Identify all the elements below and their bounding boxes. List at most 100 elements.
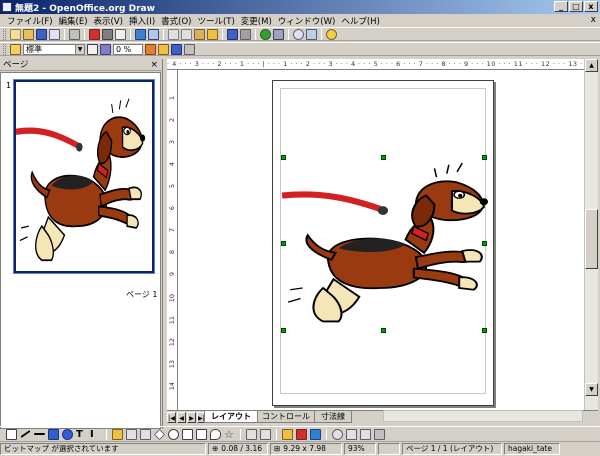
cut-icon[interactable]: [168, 28, 179, 40]
menu-view[interactable]: 表示(V): [91, 15, 126, 27]
menu-modify[interactable]: 変更(M): [238, 15, 275, 27]
toolbar-grip[interactable]: [3, 28, 6, 40]
block-arrows-icon[interactable]: [182, 428, 193, 440]
tab-dimension-lines[interactable]: 寸法線: [314, 411, 352, 423]
line-icon[interactable]: [87, 43, 98, 55]
next-tab-icon[interactable]: ▶: [187, 411, 196, 423]
area-icon[interactable]: [100, 43, 111, 55]
select-arrow-icon[interactable]: [6, 428, 17, 440]
scroll-down-icon[interactable]: ▼: [585, 383, 598, 396]
document-close-button[interactable]: x: [591, 15, 596, 25]
redo-icon[interactable]: [240, 28, 251, 40]
minimize-button[interactable]: _: [554, 1, 568, 12]
menu-help[interactable]: ヘルプ(H): [338, 15, 383, 27]
glue-points-icon[interactable]: [260, 428, 271, 440]
basic-shapes-icon[interactable]: [154, 428, 165, 440]
text-tool-icon[interactable]: T: [76, 429, 87, 440]
scroll-up-icon[interactable]: ▲: [585, 59, 598, 72]
save-icon[interactable]: [36, 28, 47, 40]
tab-layout[interactable]: レイアウト: [204, 411, 258, 423]
zoom-icon[interactable]: [306, 28, 317, 40]
line-style-select[interactable]: 標準 ▼: [23, 43, 85, 55]
vertical-text-icon[interactable]: Ⅰ: [90, 429, 101, 440]
copy-icon[interactable]: [181, 28, 192, 40]
undo-icon[interactable]: [227, 28, 238, 40]
toolbar-grip[interactable]: [3, 43, 6, 55]
export-pdf-icon[interactable]: [89, 28, 100, 40]
close-button[interactable]: x: [584, 1, 598, 12]
flowchart-icon[interactable]: [196, 428, 207, 440]
rotate-icon[interactable]: [332, 428, 343, 440]
menu-insert[interactable]: 挿入(I): [126, 15, 158, 27]
email-icon[interactable]: [49, 28, 60, 40]
points-icon[interactable]: [246, 428, 257, 440]
status-zoom[interactable]: 93%: [344, 443, 376, 455]
arrow-line-icon[interactable]: [34, 433, 45, 435]
help-icon[interactable]: [326, 28, 337, 40]
selection-handle[interactable]: [381, 155, 386, 160]
menu-file[interactable]: ファイル(F): [4, 15, 56, 27]
shadow-icon[interactable]: [145, 43, 156, 55]
menu-format[interactable]: 書式(O): [158, 15, 194, 27]
position-icon: ⊕: [212, 444, 219, 453]
selection-handle[interactable]: [482, 328, 487, 333]
new-icon[interactable]: [10, 28, 21, 40]
autospell-icon[interactable]: [148, 28, 159, 40]
rectangle-icon[interactable]: [48, 428, 59, 440]
panel-close-icon[interactable]: ×: [150, 59, 158, 71]
line-tool-icon[interactable]: [20, 430, 31, 438]
menu-bar: ファイル(F) 編集(E) 表示(V) 挿入(I) 書式(O) ツール(T) 変…: [0, 14, 600, 27]
print-icon[interactable]: [102, 28, 113, 40]
curve-icon[interactable]: [112, 428, 123, 440]
spellcheck-icon[interactable]: [135, 28, 146, 40]
extrusion-icon[interactable]: [374, 428, 385, 440]
print-preview-icon[interactable]: [115, 28, 126, 40]
lines-arrows-icon[interactable]: [140, 428, 151, 440]
styles-icon[interactable]: [10, 43, 21, 55]
arrange-icon[interactable]: [360, 428, 371, 440]
selection-handle[interactable]: [281, 241, 286, 246]
stars-icon[interactable]: ☆: [224, 429, 235, 440]
page-thumbnail[interactable]: [14, 79, 155, 274]
prev-tab-icon[interactable]: ◀: [177, 411, 186, 423]
horizontal-ruler[interactable]: · 4 · · · 3 · · · 2 · · · 1 · · · | · · …: [167, 59, 590, 70]
clone-format-icon[interactable]: [207, 28, 218, 40]
from-file-icon[interactable]: [296, 428, 307, 440]
chevron-down-icon[interactable]: ▼: [75, 44, 84, 54]
symbol-shapes-icon[interactable]: [168, 428, 179, 440]
first-tab-icon[interactable]: |◀: [167, 411, 176, 423]
maximize-button[interactable]: □: [569, 1, 583, 12]
navigator-icon[interactable]: [293, 28, 304, 40]
menu-tools[interactable]: ツール(T): [194, 15, 237, 27]
show-draw-functions-icon[interactable]: [273, 28, 284, 40]
tab-controls[interactable]: コントロール: [255, 411, 317, 423]
selection-handle[interactable]: [482, 155, 487, 160]
horizontal-scrollbar[interactable]: [383, 410, 583, 422]
fill-color-icon[interactable]: [158, 43, 169, 55]
vertical-scrollbar[interactable]: ▲ ▼: [584, 59, 598, 410]
dog-bitmap-image[interactable]: [282, 156, 488, 332]
align-icon[interactable]: [346, 428, 357, 440]
selection-handle[interactable]: [281, 155, 286, 160]
ellipse-icon[interactable]: [62, 428, 73, 440]
selection-handle[interactable]: [482, 241, 487, 246]
connector-icon[interactable]: [126, 428, 137, 440]
app-icon: [2, 2, 12, 12]
vertical-ruler[interactable]: 1 2 3 4 5 6 7 8 9 10 11 12 13 14: [167, 70, 178, 410]
status-bar: ビットマップ が選択されています ⊕ 0.08 / 3.16 ⊞ 9.29 x 7.…: [0, 441, 600, 456]
scroll-thumb[interactable]: [585, 209, 598, 269]
more-options-icon[interactable]: [184, 43, 195, 55]
selection-handle[interactable]: [381, 328, 386, 333]
edit-file-icon[interactable]: [69, 28, 80, 40]
gallery-icon[interactable]: [310, 428, 321, 440]
chart-icon[interactable]: [260, 28, 271, 40]
menu-window[interactable]: ウィンドウ(W): [275, 15, 339, 27]
fontwork-icon[interactable]: [282, 428, 293, 440]
transparency-field[interactable]: 0 %: [113, 43, 143, 55]
menu-edit[interactable]: 編集(E): [56, 15, 91, 27]
paste-icon[interactable]: [194, 28, 205, 40]
open-icon[interactable]: [23, 28, 34, 40]
selection-handle[interactable]: [281, 328, 286, 333]
callouts-icon[interactable]: [210, 428, 221, 440]
3d-icon[interactable]: [171, 43, 182, 55]
